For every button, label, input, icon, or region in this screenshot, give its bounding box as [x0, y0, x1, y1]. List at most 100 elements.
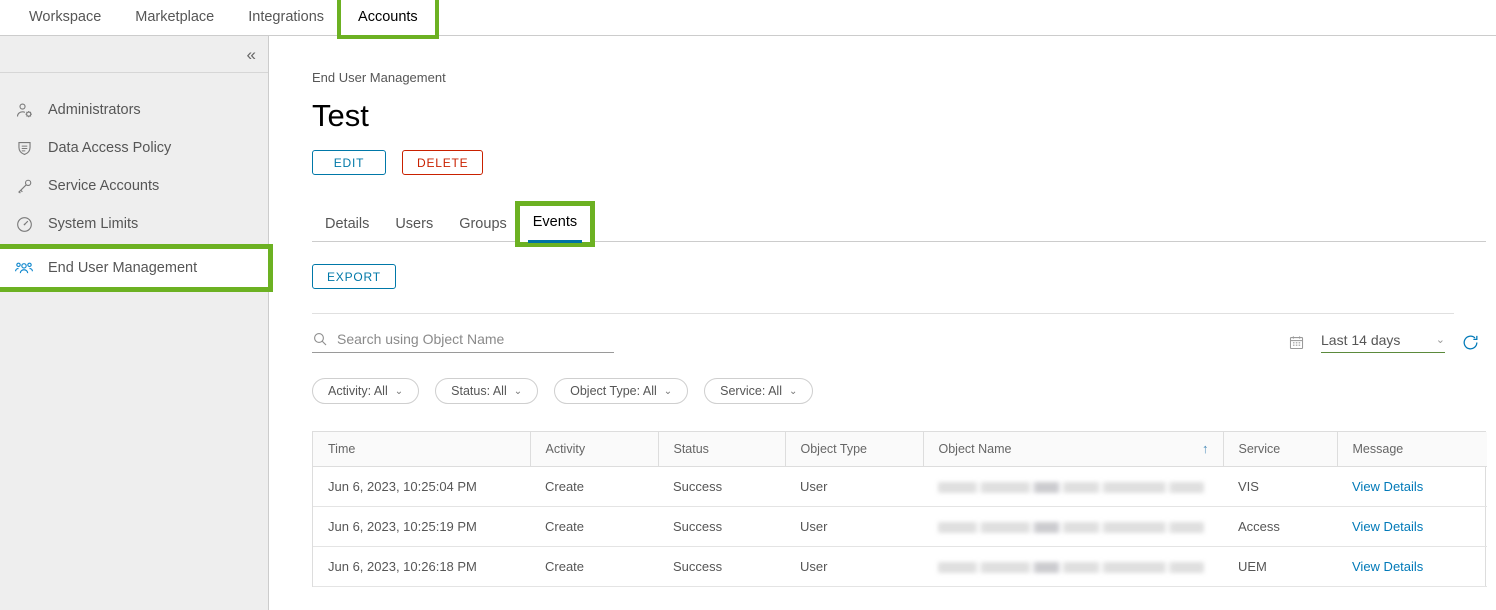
cell-object-name	[923, 546, 1223, 587]
column-header-time[interactable]: Time	[313, 432, 530, 467]
edit-button[interactable]: EDIT	[312, 150, 386, 175]
nav-item-workspace[interactable]: Workspace	[12, 0, 118, 35]
sidebar-nav-list: Administrators Data Access Policy Servic…	[0, 73, 273, 292]
breadcrumb: End User Management	[312, 70, 446, 85]
key-icon	[14, 176, 34, 196]
cell-object-type: User	[785, 506, 923, 547]
export-row: EXPORT	[270, 264, 1496, 289]
tab-details[interactable]: Details	[312, 216, 382, 241]
search-and-filter-row: Last 14 days ⌄	[270, 331, 1496, 353]
column-header-object-name[interactable]: Object Name ↑	[922, 432, 1223, 467]
chevron-down-icon: ⌄	[1435, 334, 1445, 346]
nav-item-marketplace[interactable]: Marketplace	[118, 0, 231, 35]
sidebar-item-system-limits[interactable]: System Limits	[0, 205, 268, 243]
toolbar-divider	[312, 313, 1454, 314]
page-action-buttons: EDIT DELETE	[270, 150, 1496, 175]
sidebar-item-end-user-management[interactable]: End User Management	[0, 244, 273, 292]
nav-item-accounts[interactable]: Accounts	[337, 0, 439, 39]
cell-activity: Create	[530, 506, 658, 547]
main-content: End User Management Test EDIT DELETE Det…	[270, 36, 1496, 610]
delete-button[interactable]: DELETE	[402, 150, 484, 175]
view-details-link[interactable]: View Details	[1352, 479, 1423, 494]
export-button[interactable]: EXPORT	[312, 264, 396, 289]
table-row[interactable]: Jun 6, 2023, 10:25:04 PM Create Success …	[313, 466, 1487, 507]
filter-chip-service[interactable]: Service: All ⌄	[704, 378, 814, 404]
sidebar-item-data-access-policy[interactable]: Data Access Policy	[0, 129, 268, 167]
tab-groups[interactable]: Groups	[446, 216, 520, 241]
tabs-container: Details Users Groups Events	[270, 201, 1496, 247]
date-range-value: Last 14 days	[1321, 331, 1401, 348]
table-row[interactable]: Jun 6, 2023, 10:26:18 PM Create Success …	[313, 546, 1487, 587]
cell-object-name	[923, 466, 1223, 507]
cell-message: View Details	[1337, 546, 1487, 587]
tab-users[interactable]: Users	[382, 216, 446, 241]
sidebar-item-label: Data Access Policy	[48, 140, 172, 156]
view-details-link[interactable]: View Details	[1352, 519, 1423, 534]
sidebar-item-label: System Limits	[48, 216, 139, 232]
tab-list: Details Users Groups Events	[312, 201, 1486, 247]
sidebar-item-service-accounts[interactable]: Service Accounts	[0, 167, 268, 205]
top-nav-items: Workspace Marketplace Integrations Accou…	[0, 0, 1496, 39]
filter-chip-label: Status: All	[451, 384, 507, 398]
column-header-object-name-label: Object Name	[938, 442, 1012, 456]
table-head: Time Activity Status Object Type Object …	[313, 432, 1487, 467]
sidebar-item-label: Administrators	[48, 102, 141, 118]
sidebar: « Administrators Data Access Policy Serv…	[0, 36, 273, 610]
cell-status: Success	[658, 466, 785, 507]
filter-chip-object-type[interactable]: Object Type: All ⌄	[554, 378, 689, 404]
filter-chip-label: Object Type: All	[570, 384, 657, 398]
cell-time: Jun 6, 2023, 10:25:04 PM	[313, 466, 530, 507]
page-title: Test	[312, 98, 369, 133]
cell-status: Success	[658, 506, 785, 547]
refresh-icon[interactable]	[1461, 333, 1480, 352]
filter-chip-status[interactable]: Status: All ⌄	[435, 378, 539, 404]
table-body: Jun 6, 2023, 10:25:04 PM Create Success …	[313, 466, 1487, 587]
app-root: Workspace Marketplace Integrations Accou…	[0, 0, 1496, 610]
search-box[interactable]	[312, 331, 614, 353]
search-icon	[312, 331, 328, 347]
sidebar-item-administrators[interactable]: Administrators	[0, 91, 268, 129]
cell-activity: Create	[530, 546, 658, 587]
date-range-select[interactable]: Last 14 days ⌄	[1321, 332, 1445, 353]
chevron-down-icon: ⌄	[788, 385, 798, 397]
collapse-sidebar-icon[interactable]: «	[247, 46, 257, 63]
cell-message: View Details	[1337, 506, 1487, 547]
search-input[interactable]	[337, 331, 614, 347]
column-header-activity[interactable]: Activity	[529, 432, 658, 467]
cell-status: Success	[658, 546, 785, 587]
redacted-object-name	[938, 522, 1204, 534]
events-table: Time Activity Status Object Type Object …	[313, 432, 1487, 587]
table-row[interactable]: Jun 6, 2023, 10:25:19 PM Create Success …	[313, 506, 1487, 547]
calendar-icon[interactable]	[1288, 334, 1305, 351]
date-range-group: Last 14 days ⌄	[1288, 332, 1486, 353]
filter-chips: Activity: All ⌄ Status: All ⌄ Object Typ…	[270, 378, 1496, 404]
sidebar-item-label: End User Management	[48, 260, 198, 276]
sidebar-item-label: Service Accounts	[48, 178, 160, 194]
top-navigation-bar: Workspace Marketplace Integrations Accou…	[0, 0, 1496, 39]
chevron-down-icon: ⌄	[513, 385, 523, 397]
cell-object-type: User	[785, 546, 923, 587]
chevron-down-icon: ⌄	[663, 385, 673, 397]
cell-object-name	[923, 506, 1223, 547]
events-table-container: Time Activity Status Object Type Object …	[312, 431, 1487, 587]
column-header-message[interactable]: Message	[1336, 432, 1487, 467]
sidebar-header: «	[0, 36, 268, 73]
filter-chip-label: Activity: All	[328, 384, 388, 398]
sidebar-item-end-user-management-highlight: End User Management	[0, 244, 273, 292]
redacted-object-name	[938, 482, 1204, 494]
nav-item-integrations[interactable]: Integrations	[231, 0, 341, 35]
column-header-object-type[interactable]: Object Type	[784, 432, 923, 467]
person-gear-icon	[14, 100, 34, 120]
gauge-icon	[14, 214, 34, 234]
column-header-status[interactable]: Status	[657, 432, 785, 467]
cell-service: UEM	[1223, 546, 1337, 587]
cell-activity: Create	[530, 466, 658, 507]
filter-chip-label: Service: All	[720, 384, 782, 398]
tab-events[interactable]: Events	[514, 201, 596, 247]
column-header-service[interactable]: Service	[1222, 432, 1337, 467]
sort-ascending-icon[interactable]: ↑	[1202, 441, 1209, 456]
table-header-row: Time Activity Status Object Type Object …	[313, 432, 1487, 467]
policy-shield-icon	[14, 138, 34, 158]
view-details-link[interactable]: View Details	[1352, 559, 1423, 574]
filter-chip-activity[interactable]: Activity: All ⌄	[312, 378, 420, 404]
